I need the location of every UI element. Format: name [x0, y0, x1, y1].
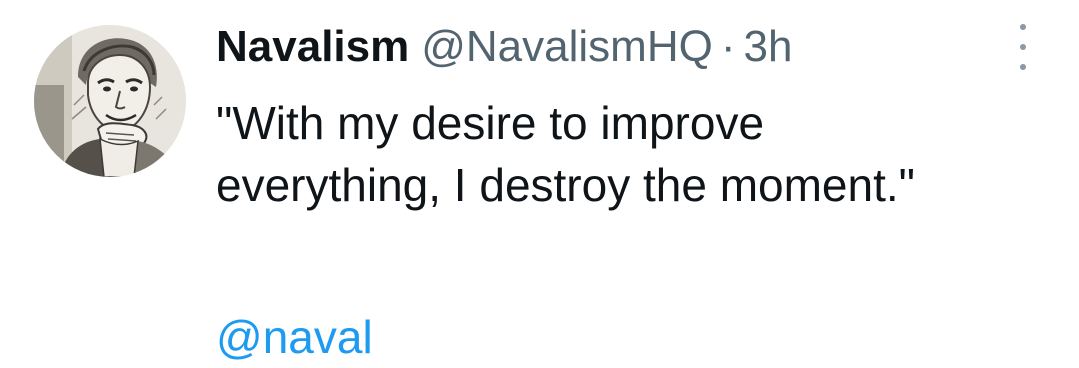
more-vertical-icon[interactable]: [1008, 24, 1038, 70]
author-display-name[interactable]: Navalism: [216, 14, 409, 80]
more-dot: [1020, 64, 1026, 70]
header-separator: ·: [720, 22, 736, 71]
tweet-text-line: "With my desire to improve: [216, 97, 765, 149]
tweet-header: Navalism @NavalismHQ · 3h: [216, 14, 792, 80]
tweet[interactable]: Navalism @NavalismHQ · 3h "With my desir…: [0, 0, 1079, 363]
tweet-timestamp[interactable]: 3h: [743, 14, 792, 80]
author-handle[interactable]: @NavalismHQ: [421, 14, 713, 80]
tweet-text-line: everything, I destroy the moment.": [216, 159, 915, 211]
mention-link[interactable]: @naval: [216, 306, 373, 368]
more-dot: [1020, 44, 1026, 50]
tweet-text: "With my desire to improve everything, I…: [216, 92, 1066, 216]
more-dot: [1020, 24, 1026, 30]
avatar-portrait-image: [34, 25, 186, 177]
avatar[interactable]: [34, 25, 186, 177]
